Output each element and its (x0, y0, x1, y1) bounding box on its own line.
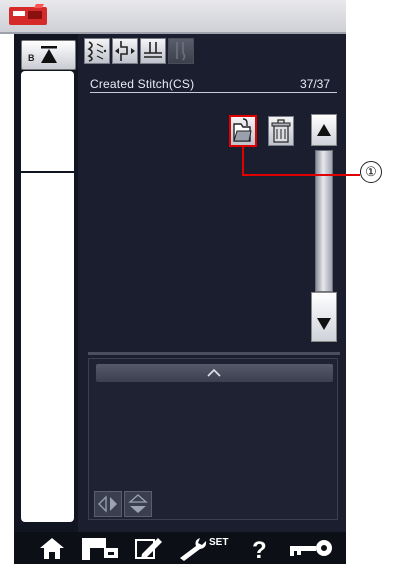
mirror-button[interactable] (94, 491, 122, 517)
home-icon[interactable] (32, 534, 72, 562)
delete-button[interactable] (268, 116, 294, 146)
page-title: Created Stitch(CS) (90, 77, 195, 91)
bobbin-up-button[interactable]: B (21, 40, 76, 70)
panel-divider (88, 352, 340, 355)
needle-icon (176, 42, 186, 61)
stitch-combine-button[interactable] (140, 38, 166, 64)
open-file-button[interactable] (230, 116, 256, 146)
expand-bar[interactable] (96, 364, 333, 382)
chevron-up-icon (207, 368, 221, 377)
machine-icon (9, 4, 47, 25)
scroll-up-button[interactable] (311, 114, 337, 146)
mirror-icon (98, 495, 117, 513)
stitch-combine-icon (144, 42, 162, 58)
stitch-adjust-icon (115, 41, 135, 61)
stitch-pattern-button[interactable] (84, 38, 110, 64)
flip-button[interactable] (124, 491, 152, 517)
machine-settings-icon[interactable] (78, 534, 124, 562)
open-file-icon (233, 118, 252, 142)
bobbin-label: B (28, 53, 35, 63)
flip-icon (128, 494, 148, 513)
scroll-down-icon (317, 318, 331, 330)
pattern-slot-bottom[interactable] (21, 173, 74, 522)
stitch-adjust-button[interactable] (112, 38, 138, 64)
needle-button[interactable] (168, 38, 194, 64)
help-icon[interactable]: ? (244, 534, 274, 562)
pattern-slot-top[interactable] (21, 71, 74, 171)
lock-key-icon[interactable] (286, 534, 336, 562)
scroll-down-button[interactable] (311, 292, 337, 342)
title-underline (90, 92, 337, 93)
scroll-up-icon (317, 124, 331, 136)
set-tool-icon[interactable]: SET (176, 534, 232, 562)
stitch-pattern-icon (87, 41, 107, 62)
stitch-count: 37/37 (300, 77, 331, 91)
help-label: ? (252, 537, 267, 562)
set-label: SET (209, 537, 228, 548)
up-arrow-icon (41, 46, 57, 63)
pattern-edit-icon[interactable] (130, 534, 166, 562)
scrollbar-track[interactable] (315, 150, 333, 292)
delete-icon (271, 119, 291, 143)
callout-number: ① (360, 161, 382, 183)
